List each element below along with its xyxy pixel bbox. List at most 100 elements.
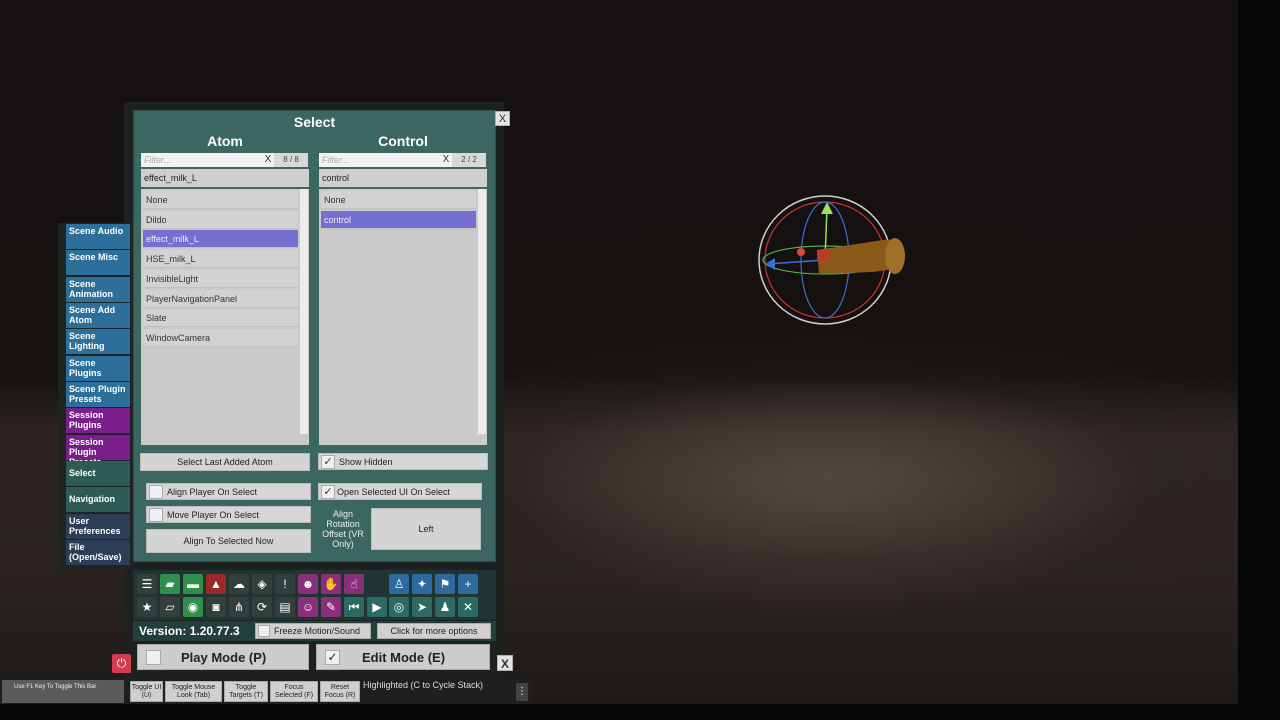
status-button-toggle-mouse-look-tab[interactable]: Toggle Mouse Look (Tab)	[165, 681, 222, 702]
tools-icon[interactable]: ✕	[458, 597, 478, 617]
control-list-scrollbar[interactable]	[478, 189, 486, 434]
status-button-toggle-targets-t[interactable]: Toggle Targets (T)	[224, 681, 268, 702]
folder-open-icon[interactable]: ▱	[160, 597, 180, 617]
toolbar-close-button[interactable]: X	[497, 655, 513, 671]
atom-list-item[interactable]: Dildo	[143, 210, 298, 229]
skip-back-icon[interactable]: ⏮	[344, 597, 364, 617]
move-player-checkbox[interactable]	[149, 508, 163, 522]
mode-bar: Play Mode (P) ✓ Edit Mode (E)	[137, 644, 491, 671]
show-hidden-checkbox[interactable]: ✓	[321, 455, 335, 469]
share-icon[interactable]: ⋔	[229, 597, 249, 617]
menu-icon[interactable]: ☰	[137, 574, 157, 594]
play-mode-checkbox[interactable]	[146, 650, 161, 665]
cloud-icon[interactable]: ☁	[229, 574, 249, 594]
edit-mode-label: Edit Mode (E)	[362, 650, 446, 665]
side-tab-scene-misc[interactable]: Scene Misc	[66, 250, 130, 275]
pointer-icon[interactable]: ➤	[412, 597, 432, 617]
power-icon[interactable]: ⏻	[112, 654, 131, 673]
side-tab-scene-audio[interactable]: Scene Audio	[66, 224, 130, 249]
edit-mode-button[interactable]: ✓ Edit Mode (E)	[316, 644, 490, 670]
open-ui-toggle[interactable]: ✓ Open Selected UI On Select	[318, 483, 482, 500]
status-button-focus-selected-f[interactable]: Focus Selected (F)	[270, 681, 318, 702]
control-current-value: control	[319, 169, 487, 187]
side-tab-scene-lighting[interactable]: Scene Lighting	[66, 329, 130, 354]
side-tab-select[interactable]: Select	[66, 461, 130, 486]
side-tab-scene-animation[interactable]: Scene Animation	[66, 277, 130, 302]
folder-icon[interactable]: ▬	[183, 574, 203, 594]
play-mode-button[interactable]: Play Mode (P)	[137, 644, 309, 670]
version-label: Version: 1.20.77.3	[139, 624, 240, 638]
select-panel: Select Atom Filter... X 8 / 8 effect_mil…	[133, 110, 496, 562]
atom-list[interactable]: None Dildo effect_milk_L HSE_milk_L Invisibl…	[141, 189, 309, 445]
atom-list-scrollbar[interactable]	[300, 189, 308, 434]
people-icon[interactable]: ♟	[435, 597, 455, 617]
camera-icon[interactable]: ◙	[206, 597, 226, 617]
atom-list-item[interactable]: InvisibleLight	[143, 269, 298, 288]
document-icon[interactable]: ▤	[275, 597, 295, 617]
side-tab-scene-add-atom[interactable]: Scene Add Atom	[66, 303, 130, 328]
move-player-toggle[interactable]: Move Player On Select	[146, 506, 311, 523]
touch-icon[interactable]: ☝	[344, 574, 364, 594]
atom-filter-clear-button[interactable]: X	[262, 153, 274, 167]
control-filter-input[interactable]: Filter...	[319, 153, 441, 167]
play-mode-label: Play Mode (P)	[181, 650, 267, 665]
open-scene-icon[interactable]: ▰	[160, 574, 180, 594]
version-bar: Version: 1.20.77.3 Freeze Motion/Sound C…	[133, 621, 496, 641]
panel-title: Select	[293, 114, 336, 130]
side-tab-scene-plugins[interactable]: Scene Plugins	[66, 356, 130, 381]
status-button-toggle-ui-u[interactable]: Toggle UI (U)	[130, 681, 163, 702]
atom-filter-input[interactable]: Filter...	[141, 153, 263, 167]
refresh-package-icon[interactable]: ⟳	[252, 597, 272, 617]
atom-list-item[interactable]: None	[143, 191, 298, 209]
package-icon[interactable]: ◈	[252, 574, 272, 594]
hand-icon[interactable]: ✋	[321, 574, 341, 594]
atom-list-item[interactable]: effect_milk_L	[143, 230, 298, 249]
side-tab-file-open-save[interactable]: File (Open/Save)	[66, 540, 130, 565]
control-filter-clear-button[interactable]: X	[440, 153, 452, 167]
flag-icon[interactable]: ⚑	[435, 574, 455, 594]
f1-hint: Use F1 Key To Toggle This Bar	[2, 680, 124, 703]
atom-list-item[interactable]: Slate	[143, 309, 298, 328]
show-hidden-toggle[interactable]: ✓ Show Hidden	[318, 453, 488, 470]
viewport-bottom-edge	[0, 704, 1280, 720]
side-tab-user-preferences[interactable]: User Preferences	[66, 514, 130, 539]
wrench-icon[interactable]: ✎	[321, 597, 341, 617]
atom-list-item[interactable]: WindowCamera	[143, 328, 298, 347]
unity-icon[interactable]: ✦	[412, 574, 432, 594]
add-icon[interactable]: +	[458, 574, 478, 594]
select-last-added-button[interactable]: Select Last Added Atom	[140, 453, 310, 471]
align-player-checkbox[interactable]	[149, 485, 163, 499]
control-list-item[interactable]: None	[321, 191, 476, 209]
save-icon[interactable]: ▲	[206, 574, 226, 594]
freeze-motion-label: Freeze Motion/Sound	[274, 626, 361, 636]
person-settings-icon[interactable]: ☻	[298, 574, 318, 594]
more-options-button[interactable]: Click for more options	[377, 623, 491, 639]
align-rotation-dropdown[interactable]: Left	[371, 508, 481, 550]
screenshot-icon[interactable]: ◉	[183, 597, 203, 617]
play-icon[interactable]: ▶	[367, 597, 387, 617]
user-icon[interactable]: ♙	[389, 574, 409, 594]
side-tab-navigation[interactable]: Navigation	[66, 487, 130, 512]
freeze-motion-toggle[interactable]: Freeze Motion/Sound	[255, 623, 371, 639]
side-tab-scene-plugin-presets[interactable]: Scene Plugin Presets	[66, 382, 130, 407]
atom-list-item[interactable]: PlayerNavigationPanel	[143, 289, 298, 308]
select-panel-close-button[interactable]: X	[495, 111, 510, 126]
control-list-item[interactable]: control	[321, 210, 476, 229]
transform-gizmo[interactable]	[755, 192, 915, 332]
side-tab-session-plugins[interactable]: Session Plugins	[66, 408, 130, 433]
more-menu-icon[interactable]: ⋮	[516, 683, 528, 701]
control-list[interactable]: None control	[319, 189, 487, 445]
side-tab-session-plugin-presets[interactable]: Session Plugin Presets	[66, 435, 130, 467]
atom-list-item[interactable]: HSE_milk_L	[143, 250, 298, 269]
person-alert-icon[interactable]: ☺	[298, 597, 318, 617]
align-now-button[interactable]: Align To Selected Now	[146, 529, 311, 553]
alert-icon[interactable]: !	[275, 574, 295, 594]
open-ui-checkbox[interactable]: ✓	[321, 485, 335, 499]
freeze-motion-checkbox[interactable]	[258, 625, 270, 637]
target-icon[interactable]: ◎	[389, 597, 409, 617]
atom-current-value: effect_milk_L	[141, 169, 309, 187]
edit-mode-checkbox[interactable]: ✓	[325, 650, 340, 665]
align-player-toggle[interactable]: Align Player On Select	[146, 483, 311, 500]
status-button-reset-focus-r[interactable]: Reset Focus (R)	[320, 681, 360, 702]
star-icon[interactable]: ★	[137, 597, 157, 617]
